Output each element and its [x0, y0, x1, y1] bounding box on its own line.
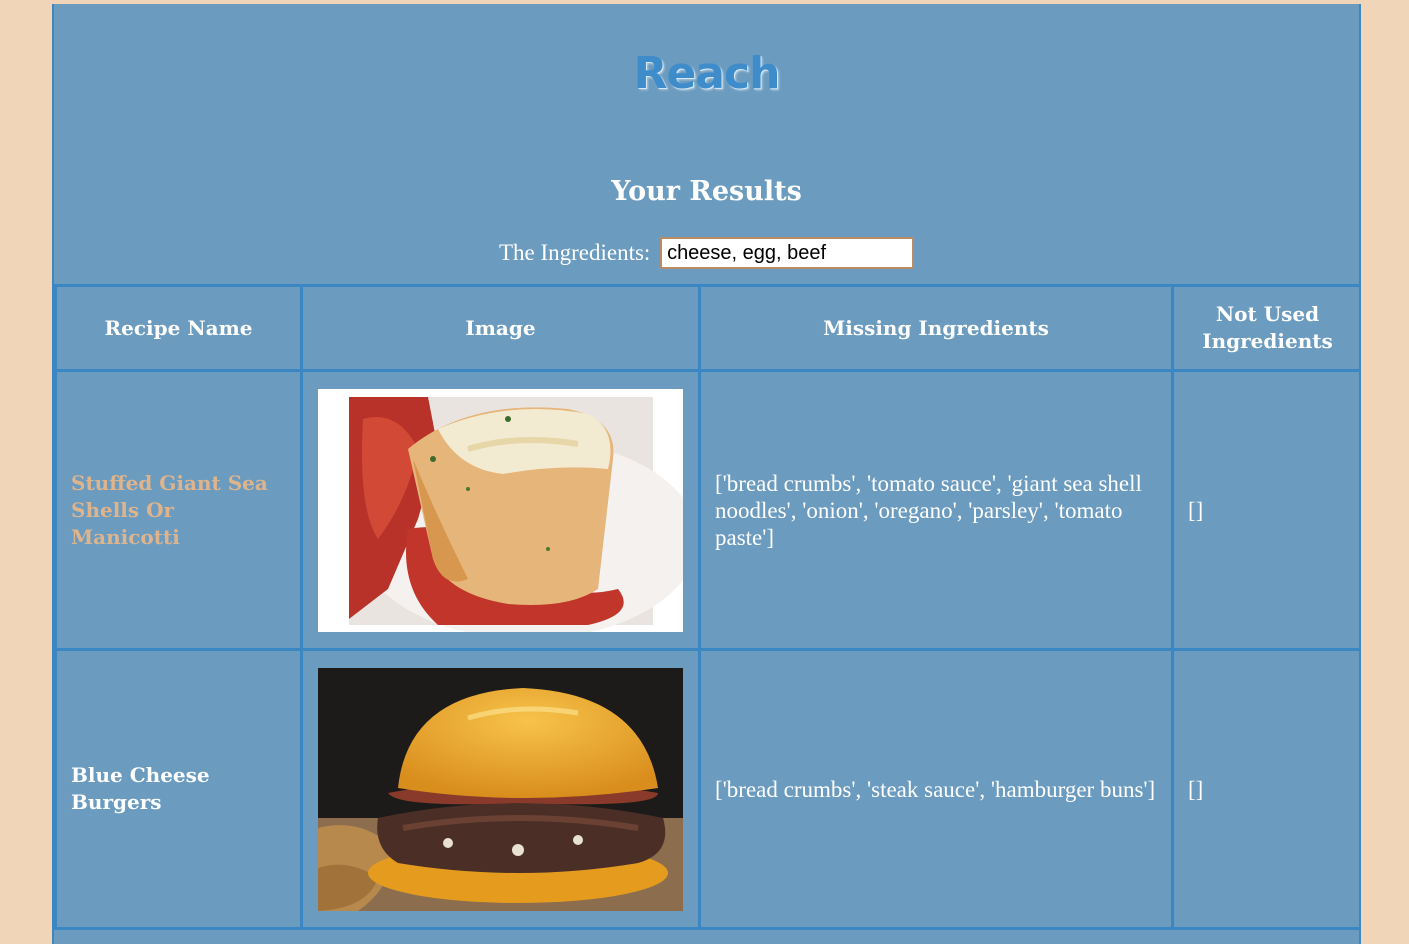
table-header-row: Recipe Name Image Missing Ingredients No… [54, 284, 1359, 372]
results-panel: Reach Your Results The Ingredients: Reci… [52, 4, 1361, 944]
missing-ingredients-cell: ['bread crumbs', 'tomato sauce', 'giant … [698, 369, 1174, 651]
recipe-image-cell [300, 648, 701, 930]
recipe-link[interactable]: Stuffed Giant Sea Shells Or Manicotti [71, 470, 286, 551]
not-used-ingredients-cell: [] [1171, 648, 1359, 930]
missing-ingredients-cell: ['bread crumbs', 'steak sauce', 'hamburg… [698, 648, 1174, 930]
column-header-image: Image [300, 284, 701, 372]
recipe-name[interactable]: Blue Cheese Burgers [71, 762, 286, 816]
ingredients-row: The Ingredients: [54, 237, 1359, 269]
column-header-recipe-name: Recipe Name [54, 284, 303, 372]
not-used-ingredients-cell: [] [1171, 369, 1359, 651]
ingredients-input[interactable] [660, 237, 915, 269]
burger-image[interactable] [318, 667, 683, 911]
table-row: Blue Cheese Burgers ['bread crumbs', 'st… [54, 648, 1359, 930]
column-header-not-used-ingredients: Not Used Ingredients [1171, 284, 1359, 372]
page-title: Your Results [611, 176, 802, 207]
recipe-name-cell: Stuffed Giant Sea Shells Or Manicotti [54, 369, 303, 651]
table-row: Stuffed Giant Sea Shells Or Manicotti ['… [54, 369, 1359, 651]
brand-logo: Reach [633, 48, 781, 99]
stuffed-shells-image[interactable] [318, 388, 683, 632]
results-table: Recipe Name Image Missing Ingredients No… [54, 284, 1359, 930]
column-header-missing-ingredients: Missing Ingredients [698, 284, 1174, 372]
recipe-name-cell: Blue Cheese Burgers [54, 648, 303, 930]
recipe-image-cell [300, 369, 701, 651]
ingredients-label: The Ingredients: [498, 240, 651, 265]
